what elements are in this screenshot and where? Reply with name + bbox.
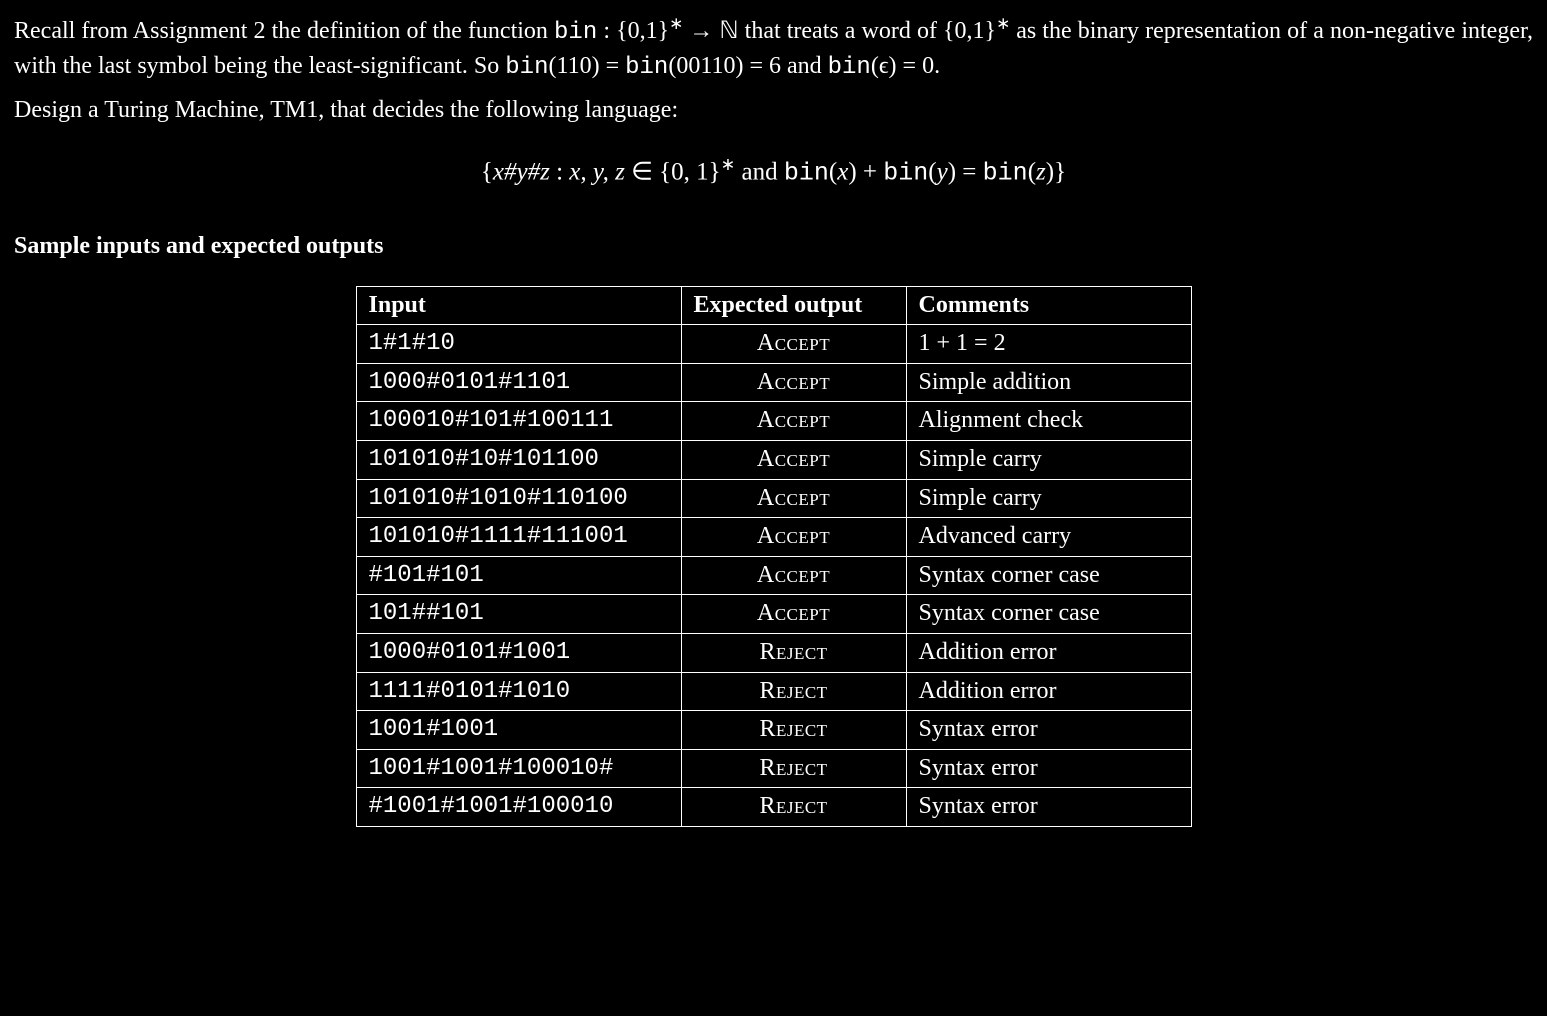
cell-output: Reject bbox=[681, 672, 906, 711]
cell-comment: Alignment check bbox=[906, 402, 1191, 441]
fn-bin: bin bbox=[828, 54, 871, 81]
cell-comment: Syntax error bbox=[906, 788, 1191, 827]
cell-input: 101010#1010#110100 bbox=[356, 479, 681, 518]
cell-output: Reject bbox=[681, 788, 906, 827]
samples-table: Input Expected output Comments 1#1#10Acc… bbox=[356, 286, 1192, 827]
language-definition: {x#y#z : x, y, z ∈ {0, 1}∗ and bin(x) + … bbox=[14, 152, 1533, 190]
text: (110) = bbox=[548, 53, 625, 79]
cell-comment: 1 + 1 = 2 bbox=[906, 325, 1191, 364]
paragraph-1: Recall from Assignment 2 the definition … bbox=[14, 12, 1533, 84]
fn-bin: bin bbox=[625, 54, 668, 81]
text: )} bbox=[1046, 158, 1066, 185]
text: (ϵ) = 0. bbox=[871, 53, 940, 79]
table-row: #1001#1001#100010RejectSyntax error bbox=[356, 788, 1191, 827]
cell-input: 1000#0101#1101 bbox=[356, 363, 681, 402]
table-row: 100010#101#100111AcceptAlignment check bbox=[356, 402, 1191, 441]
header-input: Input bbox=[356, 286, 681, 325]
cell-input: 1#1#10 bbox=[356, 325, 681, 364]
cell-input: #101#101 bbox=[356, 556, 681, 595]
text: ∈ {0, 1} bbox=[625, 158, 721, 185]
table-row: 1#1#10Accept1 + 1 = 2 bbox=[356, 325, 1191, 364]
cell-input: 101##101 bbox=[356, 595, 681, 634]
var: x, y, z bbox=[569, 158, 625, 185]
table-header-row: Input Expected output Comments bbox=[356, 286, 1191, 325]
text: ( bbox=[829, 158, 837, 185]
text: : bbox=[550, 158, 569, 185]
fn-bin: bin bbox=[983, 158, 1028, 187]
header-comment: Comments bbox=[906, 286, 1191, 325]
cell-input: 1001#1001#100010# bbox=[356, 749, 681, 788]
table-row: 1111#0101#1010RejectAddition error bbox=[356, 672, 1191, 711]
section-title: Sample inputs and expected outputs bbox=[14, 230, 1533, 264]
cell-comment: Simple carry bbox=[906, 441, 1191, 480]
cell-output: Accept bbox=[681, 441, 906, 480]
cell-output: Accept bbox=[681, 595, 906, 634]
cell-output: Accept bbox=[681, 363, 906, 402]
cell-input: 1001#1001 bbox=[356, 711, 681, 750]
cell-input: #1001#1001#100010 bbox=[356, 788, 681, 827]
text: ) = bbox=[948, 158, 983, 185]
text: { bbox=[481, 158, 493, 185]
kleene-star: ∗ bbox=[669, 14, 683, 33]
cell-output: Accept bbox=[681, 402, 906, 441]
fn-bin: bin bbox=[505, 54, 548, 81]
text: and bbox=[735, 158, 784, 185]
cell-input: 100010#101#100111 bbox=[356, 402, 681, 441]
cell-comment: Simple addition bbox=[906, 363, 1191, 402]
cell-comment: Syntax corner case bbox=[906, 595, 1191, 634]
cell-output: Accept bbox=[681, 325, 906, 364]
var: z bbox=[1036, 158, 1046, 185]
fn-bin: bin bbox=[554, 19, 597, 46]
table-row: 101010#1010#110100AcceptSimple carry bbox=[356, 479, 1191, 518]
paragraph-2: Design a Turing Machine, TM1, that decid… bbox=[14, 94, 1533, 128]
kleene-star: ∗ bbox=[996, 14, 1010, 33]
cell-output: Reject bbox=[681, 711, 906, 750]
text: ( bbox=[928, 158, 936, 185]
cell-comment: Addition error bbox=[906, 672, 1191, 711]
cell-output: Accept bbox=[681, 518, 906, 557]
cell-output: Reject bbox=[681, 749, 906, 788]
table-row: 1001#1001RejectSyntax error bbox=[356, 711, 1191, 750]
cell-comment: Syntax error bbox=[906, 711, 1191, 750]
cell-input: 101010#1111#111001 bbox=[356, 518, 681, 557]
text: ( bbox=[1028, 158, 1036, 185]
text: (00110) = 6 and bbox=[668, 53, 827, 79]
var: x#y#z bbox=[493, 158, 550, 185]
table-row: 101##101AcceptSyntax corner case bbox=[356, 595, 1191, 634]
table-row: 101010#10#101100AcceptSimple carry bbox=[356, 441, 1191, 480]
table-row: 1000#0101#1001RejectAddition error bbox=[356, 634, 1191, 673]
fn-bin: bin bbox=[784, 158, 829, 187]
text: Recall from Assignment 2 the definition … bbox=[14, 18, 554, 44]
var: y bbox=[937, 158, 948, 185]
problem-statement: Recall from Assignment 2 the definition … bbox=[0, 0, 1547, 847]
cell-input: 1000#0101#1001 bbox=[356, 634, 681, 673]
var: x bbox=[837, 158, 848, 185]
cell-output: Reject bbox=[681, 634, 906, 673]
text: → ℕ that treats a word of {0,1} bbox=[683, 18, 996, 44]
header-output: Expected output bbox=[681, 286, 906, 325]
table-row: 1001#1001#100010#RejectSyntax error bbox=[356, 749, 1191, 788]
cell-comment: Syntax corner case bbox=[906, 556, 1191, 595]
text: ) + bbox=[848, 158, 883, 185]
cell-output: Accept bbox=[681, 556, 906, 595]
table-row: #101#101AcceptSyntax corner case bbox=[356, 556, 1191, 595]
table-row: 1000#0101#1101AcceptSimple addition bbox=[356, 363, 1191, 402]
cell-comment: Advanced carry bbox=[906, 518, 1191, 557]
cell-comment: Syntax error bbox=[906, 749, 1191, 788]
kleene-star: ∗ bbox=[721, 154, 736, 174]
cell-comment: Addition error bbox=[906, 634, 1191, 673]
fn-bin: bin bbox=[883, 158, 928, 187]
text: : {0,1} bbox=[597, 18, 669, 44]
cell-comment: Simple carry bbox=[906, 479, 1191, 518]
table-row: 101010#1111#111001AcceptAdvanced carry bbox=[356, 518, 1191, 557]
cell-output: Accept bbox=[681, 479, 906, 518]
cell-input: 101010#10#101100 bbox=[356, 441, 681, 480]
cell-input: 1111#0101#1010 bbox=[356, 672, 681, 711]
